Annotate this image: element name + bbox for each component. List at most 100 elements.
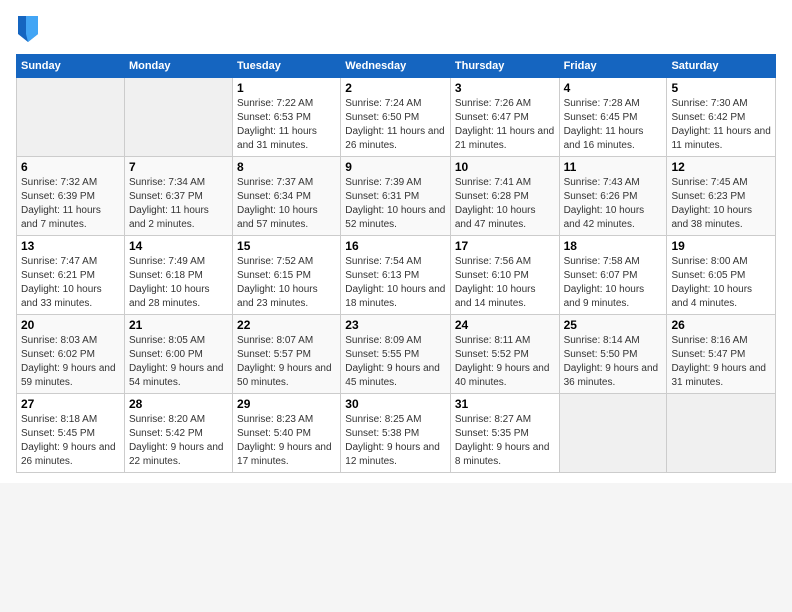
calendar-cell: 9Sunrise: 7:39 AMSunset: 6:31 PMDaylight… bbox=[341, 157, 451, 236]
day-number: 31 bbox=[455, 397, 555, 411]
day-info: Sunrise: 7:34 AMSunset: 6:37 PMDaylight:… bbox=[129, 176, 228, 232]
calendar-week-row: 20 Sunrise: 8:03 AMSunset: 6:02 PMDayligh… bbox=[17, 315, 776, 394]
calendar-cell: 31 Sunrise: 8:27 AMSunset: 5:35 PMDayligh… bbox=[450, 394, 559, 473]
calendar-cell: 2 Sunrise: 7:24 AMSunset: 6:50 PMDaylight… bbox=[341, 78, 451, 157]
calendar-cell: 15 Sunrise: 7:52 AMSunset: 6:15 PMDayligh… bbox=[233, 236, 341, 315]
calendar-cell: 5 Sunrise: 7:30 AMSunset: 6:42 PMDaylight… bbox=[667, 78, 776, 157]
header bbox=[16, 16, 776, 42]
weekday-header: Monday bbox=[124, 55, 232, 78]
calendar-cell: 21 Sunrise: 8:05 AMSunset: 6:00 PMDayligh… bbox=[124, 315, 232, 394]
weekday-header: Sunday bbox=[17, 55, 125, 78]
day-info: Sunrise: 7:30 AMSunset: 6:42 PMDaylight:… bbox=[671, 97, 771, 153]
day-number: 9 bbox=[345, 160, 446, 174]
day-number: 24 bbox=[455, 318, 555, 332]
calendar: SundayMondayTuesdayWednesdayThursdayFrid… bbox=[16, 54, 776, 473]
day-number: 5 bbox=[671, 81, 771, 95]
calendar-cell bbox=[667, 394, 776, 473]
day-info: Sunrise: 8:27 AMSunset: 5:35 PMDaylight:… bbox=[455, 413, 555, 469]
calendar-week-row: 1 Sunrise: 7:22 AMSunset: 6:53 PMDaylight… bbox=[17, 78, 776, 157]
day-info: Sunrise: 7:41 AMSunset: 6:28 PMDaylight:… bbox=[455, 176, 555, 232]
day-info: Sunrise: 8:20 AMSunset: 5:42 PMDaylight:… bbox=[129, 413, 228, 469]
day-info: Sunrise: 7:52 AMSunset: 6:15 PMDaylight:… bbox=[237, 255, 336, 311]
day-info: Sunrise: 8:00 AMSunset: 6:05 PMDaylight:… bbox=[671, 255, 771, 311]
weekday-header: Wednesday bbox=[341, 55, 451, 78]
calendar-cell: 18 Sunrise: 7:58 AMSunset: 6:07 PMDayligh… bbox=[559, 236, 667, 315]
logo bbox=[16, 16, 38, 42]
day-info: Sunrise: 7:43 AMSunset: 6:26 PMDaylight:… bbox=[564, 176, 663, 232]
day-number: 2 bbox=[345, 81, 446, 95]
calendar-cell: 30 Sunrise: 8:25 AMSunset: 5:38 PMDayligh… bbox=[341, 394, 451, 473]
day-number: 17 bbox=[455, 239, 555, 253]
day-info: Sunrise: 7:58 AMSunset: 6:07 PMDaylight:… bbox=[564, 255, 663, 311]
calendar-cell: 27 Sunrise: 8:18 AMSunset: 5:45 PMDayligh… bbox=[17, 394, 125, 473]
day-info: Sunrise: 7:24 AMSunset: 6:50 PMDaylight:… bbox=[345, 97, 446, 153]
day-number: 10 bbox=[455, 160, 555, 174]
day-number: 14 bbox=[129, 239, 228, 253]
day-info: Sunrise: 7:28 AMSunset: 6:45 PMDaylight:… bbox=[564, 97, 663, 153]
day-info: Sunrise: 8:03 AMSunset: 6:02 PMDaylight:… bbox=[21, 334, 120, 390]
weekday-header: Thursday bbox=[450, 55, 559, 78]
calendar-cell: 16 Sunrise: 7:54 AMSunset: 6:13 PMDayligh… bbox=[341, 236, 451, 315]
calendar-cell: 19 Sunrise: 8:00 AMSunset: 6:05 PMDayligh… bbox=[667, 236, 776, 315]
day-number: 12 bbox=[671, 160, 771, 174]
calendar-cell: 13 Sunrise: 7:47 AMSunset: 6:21 PMDayligh… bbox=[17, 236, 125, 315]
calendar-cell: 26 Sunrise: 8:16 AMSunset: 5:47 PMDayligh… bbox=[667, 315, 776, 394]
day-info: Sunrise: 7:45 AMSunset: 6:23 PMDaylight:… bbox=[671, 176, 771, 232]
calendar-cell: 12 Sunrise: 7:45 AMSunset: 6:23 PMDayligh… bbox=[667, 157, 776, 236]
day-info: Sunrise: 7:22 AMSunset: 6:53 PMDaylight:… bbox=[237, 97, 336, 153]
weekday-header: Friday bbox=[559, 55, 667, 78]
day-info: Sunrise: 7:37 AMSunset: 6:34 PMDaylight:… bbox=[237, 176, 336, 232]
calendar-cell: 28 Sunrise: 8:20 AMSunset: 5:42 PMDayligh… bbox=[124, 394, 232, 473]
day-number: 20 bbox=[21, 318, 120, 332]
calendar-cell bbox=[17, 78, 125, 157]
day-info: Sunrise: 8:23 AMSunset: 5:40 PMDaylight:… bbox=[237, 413, 336, 469]
day-number: 1 bbox=[237, 81, 336, 95]
day-number: 28 bbox=[129, 397, 228, 411]
calendar-cell: 11Sunrise: 7:43 AMSunset: 6:26 PMDayligh… bbox=[559, 157, 667, 236]
day-info: Sunrise: 8:14 AMSunset: 5:50 PMDaylight:… bbox=[564, 334, 663, 390]
day-number: 3 bbox=[455, 81, 555, 95]
page: SundayMondayTuesdayWednesdayThursdayFrid… bbox=[0, 0, 792, 483]
day-number: 4 bbox=[564, 81, 663, 95]
calendar-cell bbox=[559, 394, 667, 473]
day-info: Sunrise: 7:54 AMSunset: 6:13 PMDaylight:… bbox=[345, 255, 446, 311]
day-info: Sunrise: 8:16 AMSunset: 5:47 PMDaylight:… bbox=[671, 334, 771, 390]
day-info: Sunrise: 8:05 AMSunset: 6:00 PMDaylight:… bbox=[129, 334, 228, 390]
day-number: 8 bbox=[237, 160, 336, 174]
day-number: 22 bbox=[237, 318, 336, 332]
day-number: 13 bbox=[21, 239, 120, 253]
day-number: 18 bbox=[564, 239, 663, 253]
day-number: 29 bbox=[237, 397, 336, 411]
day-number: 16 bbox=[345, 239, 446, 253]
calendar-cell bbox=[124, 78, 232, 157]
day-number: 30 bbox=[345, 397, 446, 411]
day-info: Sunrise: 8:09 AMSunset: 5:55 PMDaylight:… bbox=[345, 334, 446, 390]
calendar-week-row: 6Sunrise: 7:32 AMSunset: 6:39 PMDaylight… bbox=[17, 157, 776, 236]
day-number: 21 bbox=[129, 318, 228, 332]
calendar-cell: 25 Sunrise: 8:14 AMSunset: 5:50 PMDayligh… bbox=[559, 315, 667, 394]
day-number: 26 bbox=[671, 318, 771, 332]
calendar-cell: 10 Sunrise: 7:41 AMSunset: 6:28 PMDayligh… bbox=[450, 157, 559, 236]
day-number: 27 bbox=[21, 397, 120, 411]
calendar-cell: 3 Sunrise: 7:26 AMSunset: 6:47 PMDaylight… bbox=[450, 78, 559, 157]
day-number: 6 bbox=[21, 160, 120, 174]
day-number: 25 bbox=[564, 318, 663, 332]
day-number: 7 bbox=[129, 160, 228, 174]
day-number: 19 bbox=[671, 239, 771, 253]
day-number: 15 bbox=[237, 239, 336, 253]
calendar-week-row: 27 Sunrise: 8:18 AMSunset: 5:45 PMDayligh… bbox=[17, 394, 776, 473]
weekday-header: Saturday bbox=[667, 55, 776, 78]
logo-icon bbox=[18, 16, 38, 42]
calendar-cell: 29 Sunrise: 8:23 AMSunset: 5:40 PMDayligh… bbox=[233, 394, 341, 473]
calendar-cell: 24Sunrise: 8:11 AMSunset: 5:52 PMDayligh… bbox=[450, 315, 559, 394]
day-info: Sunrise: 8:25 AMSunset: 5:38 PMDaylight:… bbox=[345, 413, 446, 469]
day-number: 23 bbox=[345, 318, 446, 332]
calendar-cell: 14Sunrise: 7:49 AMSunset: 6:18 PMDayligh… bbox=[124, 236, 232, 315]
day-info: Sunrise: 7:47 AMSunset: 6:21 PMDaylight:… bbox=[21, 255, 120, 311]
calendar-cell: 22Sunrise: 8:07 AMSunset: 5:57 PMDayligh… bbox=[233, 315, 341, 394]
calendar-week-row: 13 Sunrise: 7:47 AMSunset: 6:21 PMDayligh… bbox=[17, 236, 776, 315]
calendar-cell: 8 Sunrise: 7:37 AMSunset: 6:34 PMDaylight… bbox=[233, 157, 341, 236]
day-info: Sunrise: 8:18 AMSunset: 5:45 PMDaylight:… bbox=[21, 413, 120, 469]
day-info: Sunrise: 7:26 AMSunset: 6:47 PMDaylight:… bbox=[455, 97, 555, 153]
calendar-cell: 7 Sunrise: 7:34 AMSunset: 6:37 PMDaylight… bbox=[124, 157, 232, 236]
